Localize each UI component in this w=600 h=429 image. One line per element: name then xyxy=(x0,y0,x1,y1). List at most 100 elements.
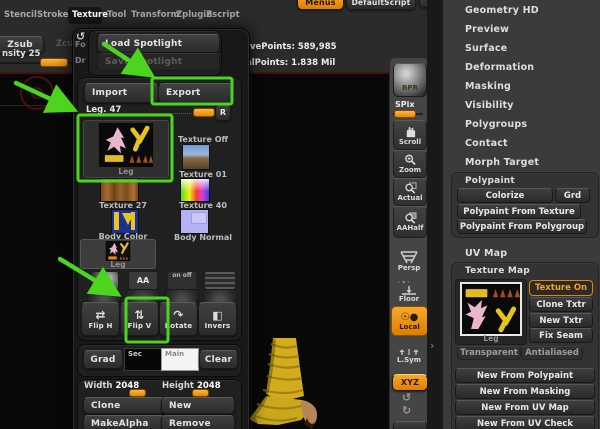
new-txtr-button[interactable]: New Txtr xyxy=(529,313,593,328)
section-masking[interactable]: Masking xyxy=(465,81,511,92)
actual-label: Actual xyxy=(397,194,423,202)
floor-icon xyxy=(402,286,416,295)
model-creature-leg[interactable] xyxy=(243,338,338,429)
flip-h-label: Flip H xyxy=(88,321,113,330)
body-color-detail-bar2 xyxy=(131,212,135,230)
menus-button[interactable]: Menus xyxy=(297,0,344,10)
menu-texture[interactable]: Texture xyxy=(72,10,108,20)
texture-preview-dial[interactable] xyxy=(87,289,121,303)
section-morph-target[interactable]: Morph Target xyxy=(465,157,539,168)
tray-collapse-arrow[interactable]: › xyxy=(430,339,435,352)
texture-grid-item-leg-selected[interactable]: Leg xyxy=(80,239,156,269)
aa-knob[interactable]: AA xyxy=(128,271,158,290)
secondary-color-swatch[interactable]: Sec xyxy=(124,348,162,371)
invers-label: Invers xyxy=(204,321,231,330)
onoff-dial[interactable] xyxy=(165,289,199,303)
rotate-button[interactable]: ↷ Rotate xyxy=(159,302,198,336)
makealpha-button[interactable]: MakeAlpha xyxy=(83,415,166,429)
transparent-button[interactable]: Transparent xyxy=(457,346,521,360)
persp-button[interactable]: Persp xyxy=(393,246,425,276)
defaultscript-button[interactable]: DefaultScript xyxy=(346,0,416,10)
texture-selector-slider[interactable] xyxy=(193,108,215,117)
section-visibility[interactable]: Visibility xyxy=(465,100,514,111)
polypaint-from-texture-button[interactable]: Polypaint From Texture xyxy=(457,204,581,219)
texture-grid-item-current[interactable]: Leg xyxy=(83,120,169,178)
clear-button[interactable]: Clear xyxy=(199,350,238,369)
new-from-masking-button[interactable]: New From Masking xyxy=(455,384,595,399)
flip-v-icon: ⇅ xyxy=(134,307,145,322)
grd-button[interactable]: Grd xyxy=(555,188,590,203)
floor-button[interactable]: Floor xyxy=(393,286,425,303)
section-preview[interactable]: Preview xyxy=(465,24,509,35)
rotate-cw-icon[interactable]: ↻ xyxy=(402,404,411,417)
import-button[interactable]: Import xyxy=(84,83,159,103)
rail-partial-button[interactable] xyxy=(393,421,427,429)
export-button[interactable]: Export xyxy=(158,83,233,103)
active-points: vePoints: 589,985 xyxy=(250,42,337,52)
load-spotlight-button[interactable]: Load Spotlight xyxy=(97,34,220,53)
xyz-button[interactable]: XYZ xyxy=(392,374,428,391)
texture-map-title[interactable]: Texture Map xyxy=(465,266,530,276)
polypaint-from-polygroup-button[interactable]: Polypaint From Polygroup xyxy=(457,219,587,234)
new-from-polypaint-button[interactable]: New From Polypaint xyxy=(455,368,595,383)
main-color-swatch[interactable]: Main xyxy=(161,348,199,371)
colorize-button[interactable]: Colorize xyxy=(457,188,553,203)
grad-button[interactable]: Grad xyxy=(83,350,123,369)
pattern-knob[interactable] xyxy=(204,271,236,290)
height-label: Height xyxy=(162,381,194,391)
lsym-button[interactable]: L.Sym xyxy=(393,346,425,366)
section-uv-map[interactable]: UV Map xyxy=(465,248,507,259)
texture-40-thumbnail[interactable] xyxy=(180,178,210,202)
scroll-button[interactable]: Scroll xyxy=(393,120,427,150)
magnifier-half-icon xyxy=(404,212,416,224)
fix-seam-button[interactable]: Fix Seam xyxy=(529,328,593,343)
remove-button[interactable]: Remove xyxy=(161,415,235,429)
section-polygroups[interactable]: Polygroups xyxy=(465,119,527,130)
body-color-thumbnail[interactable] xyxy=(111,209,139,234)
intensity-slider[interactable] xyxy=(40,58,68,67)
zoom-button[interactable]: Zoom xyxy=(393,150,427,178)
menu-zscript[interactable]: Zscript xyxy=(206,10,240,20)
texture-reset-label: R xyxy=(219,108,227,117)
section-surface[interactable]: Surface xyxy=(465,43,507,54)
new-from-uv-check-button[interactable]: New From UV Check xyxy=(455,416,595,429)
menu-stroke[interactable]: Stroke xyxy=(37,10,68,20)
texture-map-thumbnail[interactable] xyxy=(460,282,522,336)
menu-stencil[interactable]: Stencil xyxy=(4,10,37,20)
save-spotlight-label: Save Spotlight xyxy=(105,57,183,67)
save-spotlight-button[interactable]: Save Spotlight xyxy=(97,53,220,71)
section-geometry-hd[interactable]: Geometry HD xyxy=(465,5,539,16)
texture-27-thumbnail[interactable] xyxy=(100,178,139,202)
aa-dial[interactable] xyxy=(126,289,160,303)
actual-button[interactable]: Actual xyxy=(393,178,427,206)
texture-01-thumbnail[interactable] xyxy=(182,144,210,170)
width-slider[interactable] xyxy=(129,389,146,397)
texture-off-item[interactable]: Texture Off xyxy=(168,135,238,144)
invers-button[interactable]: ◧ Invers xyxy=(198,302,237,336)
clone-txtr-button[interactable]: Clone Txtr xyxy=(529,297,593,312)
local-button[interactable]: ☉● Local xyxy=(391,306,428,336)
bpr-button[interactable]: BPR xyxy=(393,63,427,97)
body-normal-thumbnail[interactable] xyxy=(180,209,209,234)
zbrush-window: Menus DefaultScript Stencil Stroke Textu… xyxy=(0,0,600,429)
menu-tool[interactable]: Tool xyxy=(107,10,126,20)
section-deformation[interactable]: Deformation xyxy=(465,62,534,73)
menu-transform[interactable]: Transform xyxy=(131,10,180,20)
new-from-uv-map-button[interactable]: New From UV Map xyxy=(455,400,595,415)
texture-reset-button[interactable]: R xyxy=(215,104,231,121)
polypaint-title[interactable]: Polypaint xyxy=(465,176,515,186)
pattern-dial[interactable] xyxy=(203,289,237,303)
height-slider[interactable] xyxy=(192,389,209,397)
onoff-knob[interactable]: on off xyxy=(167,271,197,290)
flip-v-button[interactable]: ⇅ Flip V xyxy=(120,302,159,336)
clone-button[interactable]: Clone xyxy=(83,397,166,414)
antialiased-button[interactable]: Antialiased xyxy=(521,346,583,360)
texture-preview-knob-image[interactable] xyxy=(89,271,119,290)
rotate-ccw-icon[interactable]: ↺ xyxy=(402,391,411,404)
new-button[interactable]: New xyxy=(161,397,235,414)
texture-on-button[interactable]: Texture On xyxy=(529,280,593,296)
flip-h-button[interactable]: ⇄ Flip H xyxy=(81,302,120,336)
spix-slider[interactable] xyxy=(394,110,416,118)
section-contact[interactable]: Contact xyxy=(465,138,508,149)
aahalf-button[interactable]: AAHalf xyxy=(393,206,427,238)
